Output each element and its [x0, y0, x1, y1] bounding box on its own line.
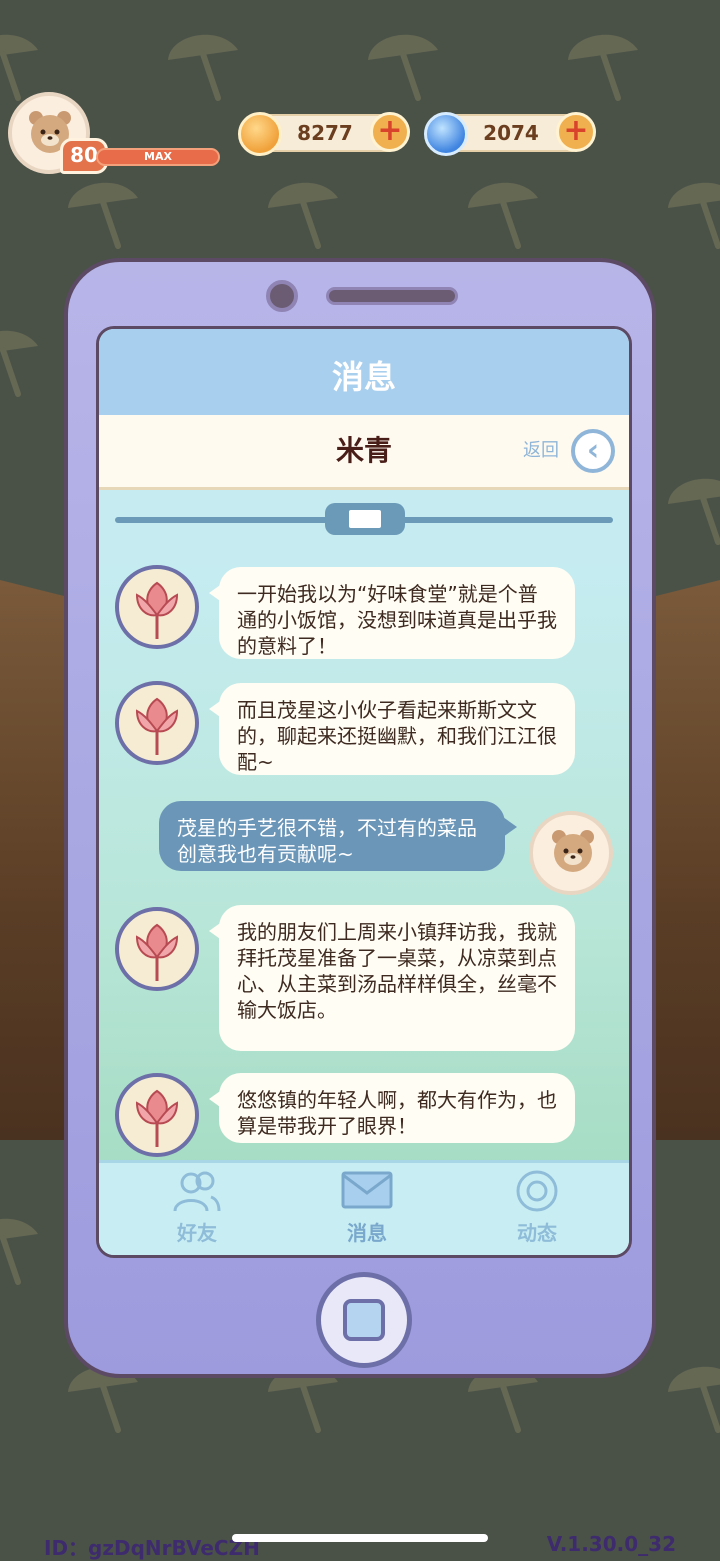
tab-label: 好友: [177, 1221, 217, 1245]
contact-avatar[interactable]: [115, 681, 199, 765]
contact-avatar[interactable]: [115, 1073, 199, 1157]
message-bubble: 而且茂星这小伙子看起来斯斯文文的，聊起来还挺幽默，和我们江江很配~: [209, 683, 575, 775]
player-chat-avatar[interactable]: [529, 811, 613, 895]
speaker-slot: [326, 287, 458, 305]
umbrella-icon: [668, 1366, 720, 1433]
tab-friends[interactable]: 好友: [137, 1163, 257, 1255]
back-label[interactable]: 返回: [523, 415, 559, 487]
umbrella-icon: [0, 330, 38, 397]
moments-icon: [516, 1170, 558, 1212]
chevron-left-icon: ‹: [586, 433, 600, 468]
mail-icon: [341, 1171, 393, 1209]
message-list[interactable]: 一开始我以为“好味食堂”就是个普通的小饭馆，没想到味道真是出乎我的意料了！ 而且…: [99, 549, 629, 1169]
bear-icon: [552, 830, 594, 872]
coin-counter: 8277 +: [238, 112, 410, 156]
coin-value: 8277: [297, 121, 353, 145]
umbrella-icon: [668, 182, 720, 249]
envelope-icon: [349, 510, 381, 528]
umbrella-icon: [168, 34, 238, 101]
add-gems-button[interactable]: +: [556, 112, 596, 152]
phone-screen: 消息 米青 返回 ‹ 一开始我以为“好味食堂”就是个普通的小饭馆，没想到味道真是…: [96, 326, 632, 1258]
tab-label: 动态: [517, 1221, 557, 1245]
message-bubble: 一开始我以为“好味食堂”就是个普通的小饭馆，没想到味道真是出乎我的意料了！: [209, 567, 575, 659]
version-label: V.1.30.0_32: [546, 1532, 676, 1556]
gem-counter: 2074 +: [424, 112, 596, 156]
tab-label: 消息: [347, 1221, 387, 1245]
home-button[interactable]: [316, 1272, 412, 1368]
add-coins-button[interactable]: +: [370, 112, 410, 152]
player-id: ID：gzDqNrBVeCZH: [44, 1536, 260, 1560]
contact-bar: 米青 返回 ‹: [99, 415, 629, 490]
screen-title: 消息: [99, 329, 629, 415]
umbrella-icon: [368, 34, 438, 101]
lotus-icon: [135, 1089, 179, 1147]
home-square-icon: [343, 1299, 385, 1341]
home-indicator[interactable]: [232, 1534, 488, 1542]
lotus-icon: [135, 697, 179, 755]
umbrella-icon: [0, 1218, 38, 1285]
xp-bar: MAX: [96, 148, 220, 166]
tab-messages[interactable]: 消息: [307, 1163, 427, 1255]
gem-value: 2074: [483, 121, 539, 145]
umbrella-icon: [68, 182, 138, 249]
camera-icon: [266, 280, 298, 312]
umbrella-icon: [568, 34, 638, 101]
message-bubble: 悠悠镇的年轻人啊，都大有作为，也算是带我开了眼界！: [209, 1073, 575, 1143]
contact-avatar[interactable]: [115, 907, 199, 991]
message-bubble-own: 茂星的手艺很不错，不过有的菜品创意我也有贡献呢~: [159, 801, 517, 871]
envelope-divider: [325, 503, 405, 535]
friends-icon: [173, 1171, 221, 1212]
phone-frame: 消息 米青 返回 ‹ 一开始我以为“好味食堂”就是个普通的小饭馆，没想到味道真是…: [64, 258, 656, 1378]
tab-moments[interactable]: 动态: [477, 1163, 597, 1255]
coin-icon: [238, 112, 282, 156]
umbrella-icon: [668, 478, 720, 545]
umbrella-icon: [268, 182, 338, 249]
message-bubble: 我的朋友们上周来小镇拜访我，我就拜托茂星准备了一桌菜，从凉菜到点心、从主菜到汤品…: [209, 905, 575, 1051]
umbrella-icon: [468, 182, 538, 249]
lotus-icon: [135, 923, 179, 981]
tab-bar: 好友 消息 动态: [99, 1160, 629, 1255]
contact-avatar[interactable]: [115, 565, 199, 649]
lotus-icon: [135, 581, 179, 639]
back-button[interactable]: ‹: [571, 429, 615, 473]
gem-icon: [424, 112, 468, 156]
